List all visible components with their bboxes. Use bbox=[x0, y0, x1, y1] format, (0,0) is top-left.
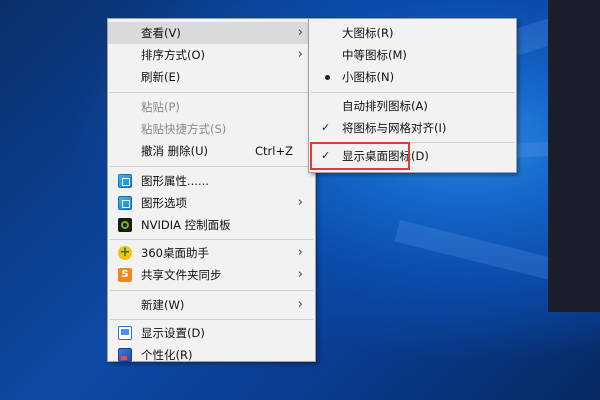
menu-item-paste[interactable]: 粘贴(P) bbox=[108, 96, 315, 118]
menu-item-view[interactable]: 查看(V) › bbox=[108, 22, 315, 44]
menu-item-display-settings[interactable]: 显示设置(D) bbox=[108, 322, 315, 344]
chevron-right-icon: › bbox=[297, 25, 303, 40]
share-sync-icon bbox=[118, 264, 132, 286]
menu-item-label: 粘贴快捷方式(S) bbox=[141, 122, 227, 136]
menu-item-label: 粘贴(P) bbox=[141, 100, 180, 114]
menu-item-label: 新建(W) bbox=[141, 298, 185, 312]
submenu-item-large-icons[interactable]: 大图标(R) bbox=[309, 22, 516, 44]
menu-item-label: 自动排列图标(A) bbox=[342, 99, 428, 113]
menu-separator bbox=[110, 166, 313, 167]
menu-item-undo-delete[interactable]: 撤消 删除(U) Ctrl+Z bbox=[108, 140, 315, 162]
display-icon bbox=[118, 326, 132, 340]
submenu-item-align-grid[interactable]: ✓ 将图标与网格对齐(I) bbox=[309, 117, 516, 139]
menu-item-nvidia[interactable]: NVIDIA 控制面板 bbox=[108, 214, 315, 236]
menu-item-label: 共享文件夹同步 bbox=[141, 268, 222, 282]
chevron-right-icon: › bbox=[297, 267, 303, 282]
menu-item-paste-shortcut[interactable]: 粘贴快捷方式(S) bbox=[108, 118, 315, 140]
menu-separator bbox=[311, 92, 514, 93]
personalize-icon bbox=[118, 348, 132, 362]
menu-item-label: 360桌面助手 bbox=[141, 246, 209, 260]
graphics-icon bbox=[118, 196, 132, 210]
chevron-right-icon: › bbox=[297, 245, 303, 260]
360-icon bbox=[118, 242, 132, 264]
radio-bullet-icon bbox=[325, 75, 330, 80]
highlight-annotation-box bbox=[310, 142, 410, 170]
menu-item-label: 将图标与网格对齐(I) bbox=[342, 121, 447, 135]
chevron-right-icon: › bbox=[297, 297, 303, 312]
menu-item-label: 图形属性...... bbox=[141, 174, 209, 188]
menu-item-label: 中等图标(M) bbox=[342, 48, 407, 62]
menu-item-label: 小图标(N) bbox=[342, 70, 395, 84]
menu-separator bbox=[110, 92, 313, 93]
menu-item-360-assistant[interactable]: 360桌面助手 › bbox=[108, 242, 315, 264]
graphics-icon bbox=[118, 174, 132, 188]
menu-item-label: 撤消 删除(U) bbox=[141, 144, 209, 158]
menu-item-graphics-properties[interactable]: 图形属性...... bbox=[108, 170, 315, 192]
menu-item-label: 大图标(R) bbox=[342, 26, 394, 40]
shortcut-label: Ctrl+Z bbox=[255, 144, 293, 158]
submenu-item-small-icons[interactable]: 小图标(N) bbox=[309, 66, 516, 88]
menu-separator bbox=[110, 239, 313, 240]
menu-item-share-sync[interactable]: 共享文件夹同步 › bbox=[108, 264, 315, 286]
menu-item-personalize[interactable]: 个性化(R) bbox=[108, 344, 315, 366]
menu-item-refresh[interactable]: 刷新(E) bbox=[108, 66, 315, 88]
menu-separator bbox=[110, 319, 313, 320]
menu-separator bbox=[110, 290, 313, 291]
submenu-item-medium-icons[interactable]: 中等图标(M) bbox=[309, 44, 516, 66]
submenu-item-auto-arrange[interactable]: 自动排列图标(A) bbox=[309, 95, 516, 117]
menu-item-label: NVIDIA 控制面板 bbox=[141, 218, 231, 232]
chevron-right-icon: › bbox=[297, 195, 303, 210]
checkmark-icon: ✓ bbox=[321, 121, 331, 134]
dark-window-edge bbox=[548, 0, 600, 312]
menu-item-graphics-options[interactable]: 图形选项 › bbox=[108, 192, 315, 214]
menu-item-new[interactable]: 新建(W) › bbox=[108, 294, 315, 316]
menu-item-label: 排序方式(O) bbox=[141, 48, 206, 62]
menu-item-label: 查看(V) bbox=[141, 26, 181, 40]
desktop-context-menu: 查看(V) › 排序方式(O) › 刷新(E) 粘贴(P) 粘贴快捷方式(S) … bbox=[107, 18, 316, 362]
menu-item-label: 显示设置(D) bbox=[141, 326, 205, 340]
menu-item-sort[interactable]: 排序方式(O) › bbox=[108, 44, 315, 66]
menu-item-label: 图形选项 bbox=[141, 196, 187, 210]
nvidia-icon bbox=[118, 218, 132, 232]
menu-item-label: 个性化(R) bbox=[141, 348, 193, 362]
menu-item-label: 刷新(E) bbox=[141, 70, 181, 84]
chevron-right-icon: › bbox=[297, 47, 303, 62]
